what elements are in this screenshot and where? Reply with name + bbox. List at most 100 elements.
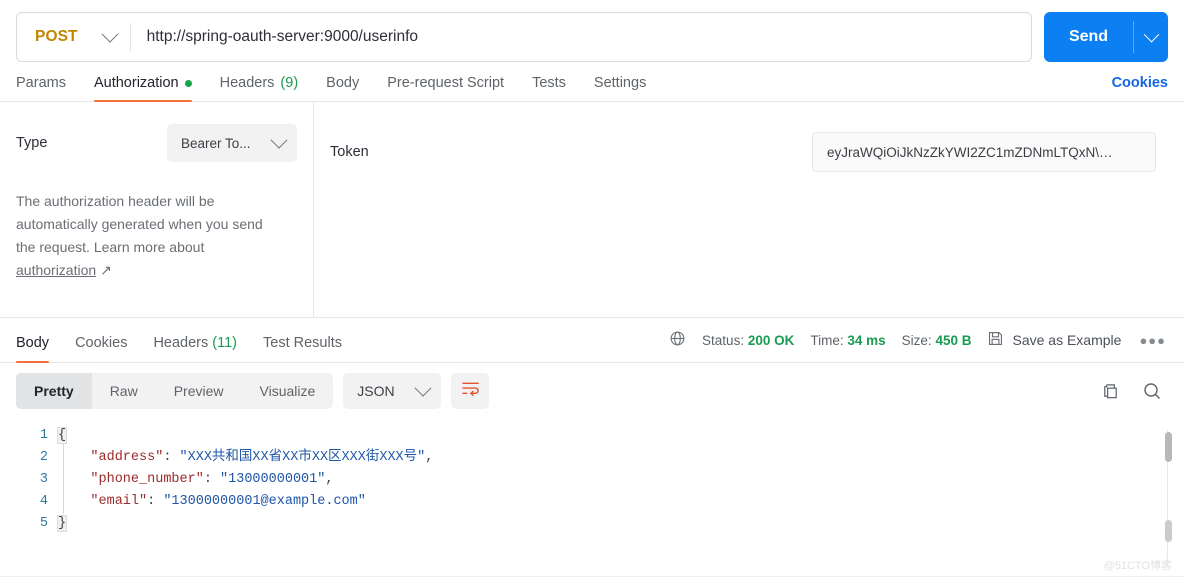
url-box: POST [16,12,1032,62]
chevron-down-icon [270,131,288,149]
json-value: "XXX共和国XX省XX市XX区XXX街XXX号" [179,450,426,465]
response-body-code[interactable]: 1 2 3 4 5 { "address": "XXX共和国XX省XX市XX区X… [0,419,1184,565]
copy-icon[interactable] [1101,382,1120,401]
view-label: Pretty [34,383,74,399]
request-url-row: POST Send [0,0,1184,62]
time-metric: Time: 34 ms [810,333,885,348]
send-options-button[interactable] [1134,12,1168,62]
authorization-panel: Type Bearer To... The authorization head… [0,102,1184,318]
line-number: 5 [39,516,48,531]
token-label: Token [330,144,369,160]
code-viewer: 1 2 3 4 5 { "address": "XXX共和国XX省XX市XX区X… [0,425,1184,535]
json-value: "13000000001" [220,472,326,487]
close-brace: } [56,515,68,532]
word-wrap-icon [461,380,480,402]
code-lines: { "address": "XXX共和国XX省XX市XX区XXX街XXX号", … [56,425,1184,535]
status-label: Status: [702,332,745,348]
send-button-label: Send [1068,28,1109,45]
tab-label: Authorization [93,75,179,91]
tab-tests[interactable]: Tests [532,75,566,101]
tab-headers[interactable]: Headers (9) [220,75,299,101]
tab-label: Body [16,335,50,351]
status-value: 200 OK [747,332,795,348]
authorization-learn-more-link[interactable]: authorization [16,262,96,278]
colon: : [147,494,164,509]
tab-settings[interactable]: Settings [594,75,646,101]
tab-body[interactable]: Body [326,75,359,101]
response-body-toolbar: Pretty Raw Preview Visualize JSON [0,363,1184,419]
size-value: 450 B [935,332,972,348]
response-tab-headers[interactable]: Headers (11) [153,335,237,362]
authorization-type-column: Type Bearer To... The authorization head… [0,102,314,317]
auth-type-dropdown[interactable]: Bearer To... [167,124,297,162]
http-method-label: POST [35,28,78,45]
time-label: Time: [810,332,844,348]
json-key: "address" [90,450,164,465]
response-tab-cookies[interactable]: Cookies [75,335,127,362]
tab-label: Headers [219,75,275,91]
save-as-example-label: Save as Example [1012,332,1122,348]
code-line: { [56,425,1184,447]
body-format-value: JSON [357,383,395,399]
time-value: 34 ms [847,332,886,348]
code-line: "address": "XXX共和国XX省XX市XX区XXX街XXX号", [58,447,1184,469]
response-meta: Status: 200 OK Time: 34 ms Size: 450 B S… [669,330,1168,350]
auth-type-label: Type [16,135,48,151]
ellipsis-icon[interactable]: ●●● [1137,333,1168,348]
save-as-example-button[interactable]: Save as Example [987,330,1121,350]
view-label: Preview [173,383,224,399]
json-key: "email" [90,494,148,509]
chevron-down-icon [414,379,432,397]
size-label: Size: [901,332,932,348]
tab-label: Settings [593,75,647,91]
colon: : [203,472,221,487]
response-tab-body[interactable]: Body [16,335,50,363]
view-raw[interactable]: Raw [92,373,156,409]
code-line: "email": "13000000001@example.com" [58,491,1184,513]
body-toolbar-actions [1101,381,1168,401]
tab-label: Tests [532,75,566,91]
response-tab-test-results[interactable]: Test Results [263,335,342,362]
tab-params[interactable]: Params [16,75,66,101]
code-line: "phone_number": "13000000001", [58,469,1184,491]
code-line: } [56,513,1184,535]
chevron-down-icon [1143,26,1159,42]
view-visualize[interactable]: Visualize [242,373,334,409]
view-pretty[interactable]: Pretty [16,373,92,409]
save-disk-icon [987,330,1004,350]
tab-label: Cookies [75,335,128,351]
tab-label: Headers [153,335,209,351]
comma: , [425,450,434,465]
line-number: 1 [39,428,48,443]
send-button[interactable]: Send [1044,12,1168,62]
external-link-arrow-icon: ↗ [100,262,112,278]
http-method-select[interactable]: POST [17,14,130,60]
url-input[interactable] [130,28,1031,46]
comma: , [325,472,334,487]
modified-dot-icon [184,79,192,87]
tab-count: (9) [280,75,299,91]
search-icon[interactable] [1142,381,1162,401]
word-wrap-button[interactable] [451,373,490,409]
tab-label: Pre-request Script [387,75,505,91]
auth-help-text: The authorization header will be automat… [16,190,284,282]
scrollbar-thumb-outer[interactable] [1165,432,1172,462]
tab-pre-request-script[interactable]: Pre-request Script [387,75,504,101]
tab-authorization[interactable]: Authorization [93,75,192,102]
request-tabs: Params Authorization Headers (9) Body Pr… [0,62,1184,102]
body-format-dropdown[interactable]: JSON [343,373,442,409]
response-tabs: Body Cookies Headers (11) Test Results [16,318,368,363]
line-number: 2 [39,450,48,465]
view-label: Raw [109,383,138,399]
authorization-token-column: Token eyJraWQiOiJkNzZkYWI2ZC1mZDNmLTQxN\… [314,102,1184,317]
tab-label: Body [326,75,360,91]
scrollbar-thumb-inner[interactable] [1165,520,1172,542]
tab-label: Test Results [263,335,342,351]
auth-type-value: Bearer To... [181,135,251,151]
cookies-link[interactable]: Cookies [1112,75,1168,101]
status-metric: Status: 200 OK [702,333,794,348]
view-preview[interactable]: Preview [156,373,242,409]
auth-help-body: The authorization header will be automat… [16,193,263,255]
token-input[interactable]: eyJraWQiOiJkNzZkYWI2ZC1mZDNmLTQxN\… [812,132,1156,172]
tab-label: Params [16,75,66,91]
